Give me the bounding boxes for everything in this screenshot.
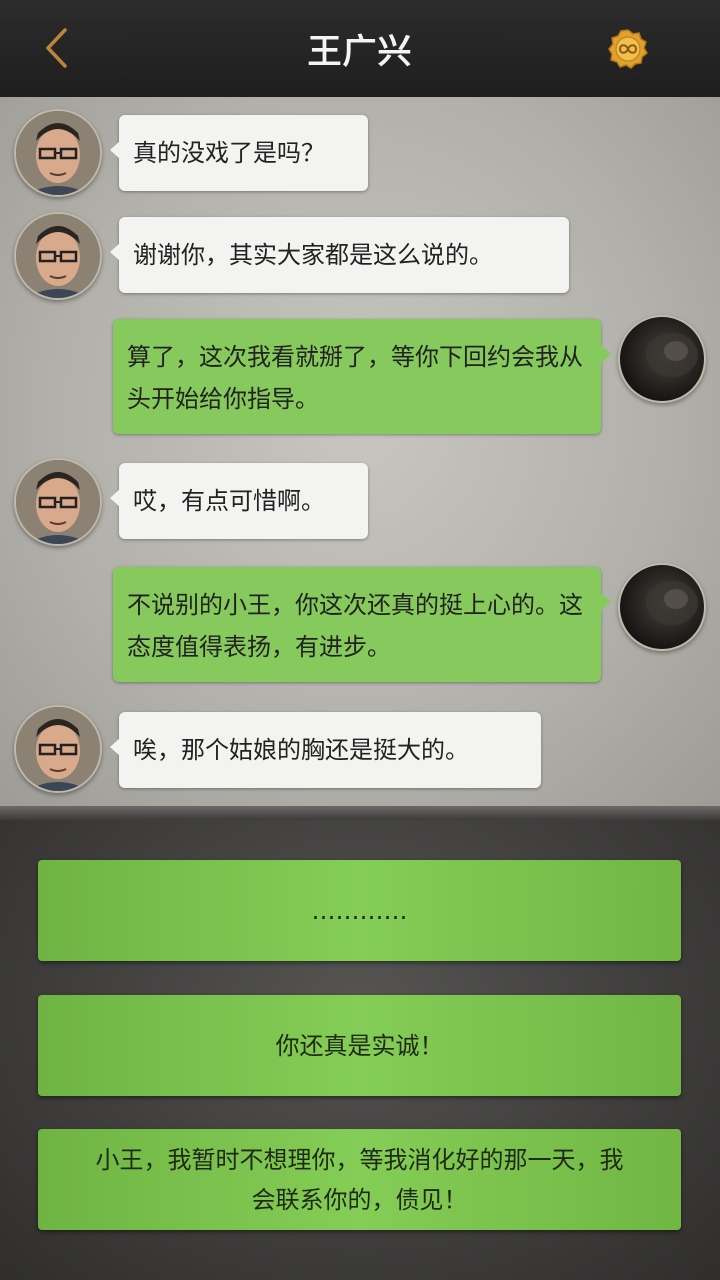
contact-avatar[interactable] [14,212,102,300]
reply-option-2[interactable]: 你还真是实诚！ [38,995,681,1096]
panel-divider [0,806,720,820]
contact-avatar[interactable] [14,458,102,546]
message-bubble-received: 哎，有点可惜啊。 [110,463,368,539]
message-bubble-received: 谢谢你，其实大家都是这么说的。 [110,217,569,293]
message-bubble-sent: 算了，这次我看就掰了，等你下回约会我从头开始给你指导。 [113,319,611,434]
contact-avatar[interactable] [14,705,102,793]
user-avatar[interactable] [618,563,706,651]
contact-avatar[interactable] [14,109,102,197]
chat-area[interactable]: 真的没戏了是吗？ 谢谢你，其实大家都是这么说的。 算了，这次我看就掰了，等你下回… [0,97,720,812]
reply-option-1[interactable]: ………… [38,860,681,961]
message-bubble-sent: 不说别的小王，你这次还真的挺上心的。这态度值得表扬，有进步。 [113,567,611,682]
reply-option-3[interactable]: 小王，我暂时不想理你，等我消化好的那一天，我会联系你的，债见！ [38,1129,681,1230]
header-bar: 王广兴 [0,0,720,98]
user-avatar[interactable] [618,315,706,403]
infinity-coin-icon[interactable] [608,29,648,69]
message-bubble-received: 真的没戏了是吗？ [110,115,368,191]
message-bubble-received: 唉，那个姑娘的胸还是挺大的。 [110,712,541,788]
